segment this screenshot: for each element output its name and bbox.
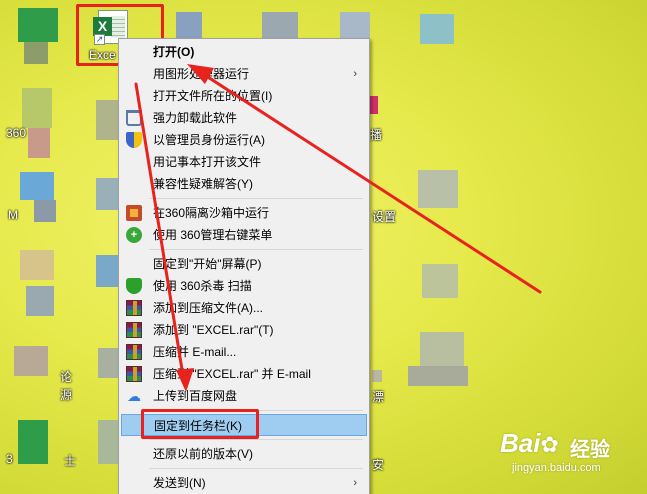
menu-item-label: 压缩并 E-mail...	[153, 345, 237, 359]
menu-item-add-to-archive[interactable]: 添加到压缩文件(A)...	[121, 297, 367, 319]
desktop-label: M	[8, 208, 18, 222]
winrar-icon	[126, 322, 142, 338]
desktop-icon-blurred[interactable]	[370, 96, 378, 114]
winrar-icon	[126, 366, 142, 382]
menu-item-run-as-admin[interactable]: 以管理员身份运行(A)	[121, 129, 367, 151]
menu-item-label: 在360隔离沙箱中运行	[153, 206, 270, 220]
baidu-watermark-logo: Bai✿	[500, 428, 559, 459]
menu-separator	[149, 198, 363, 199]
desktop-icon-blurred[interactable]	[420, 14, 454, 44]
menu-item-compress-and-email[interactable]: 压缩并 E-mail...	[121, 341, 367, 363]
menu-item-open-file-location[interactable]: 打开文件所在的位置(I)	[121, 85, 367, 107]
menu-item-open-with-notepad[interactable]: 用记事本打开该文件	[121, 151, 367, 173]
desktop-label: 播	[370, 128, 383, 142]
desktop-icon-blurred[interactable]	[96, 178, 118, 210]
watermark-url: jingyan.baidu.com	[512, 462, 601, 474]
chevron-right-icon: ›	[353, 68, 357, 80]
menu-item-force-uninstall[interactable]: 强力卸载此软件	[121, 107, 367, 129]
desktop-icon-blurred[interactable]	[26, 286, 54, 316]
360-plus-icon: +	[126, 227, 142, 243]
desktop-label: 士	[64, 454, 77, 468]
menu-item-label: 用记事本打开该文件	[153, 155, 262, 169]
desktop-label: 360	[6, 126, 27, 140]
desktop-icon-blurred[interactable]	[408, 366, 468, 386]
menu-item-label: 打开(O)	[153, 45, 195, 59]
menu-item-label: 还原以前的版本(V)	[153, 447, 253, 461]
sandbox-icon	[126, 205, 142, 221]
watermark-jingyan-text: 经验	[570, 439, 610, 461]
menu-item-label: 压缩到 "EXCEL.rar" 并 E-mail	[153, 367, 311, 381]
watermark-logo-text: Bai	[500, 428, 541, 458]
winrar-icon	[126, 344, 142, 360]
menu-item-open[interactable]: 打开(O)	[121, 41, 367, 63]
menu-item-label: 使用 360管理右键菜单	[153, 228, 273, 242]
desktop-label: 源	[60, 388, 73, 402]
desktop-icon-blurred[interactable]	[96, 255, 118, 287]
desktop-icon-blurred[interactable]	[20, 250, 54, 280]
desktop-label: 3	[6, 452, 13, 466]
desktop-icon-blurred[interactable]	[98, 348, 118, 378]
desktop-icon-blurred[interactable]	[14, 346, 48, 376]
desktop-icon-blurred[interactable]	[34, 200, 56, 222]
menu-item-label: 强力卸载此软件	[153, 111, 238, 125]
menu-item-label: 打开文件所在的位置(I)	[153, 89, 273, 103]
menu-item-360-context-manager[interactable]: + 使用 360管理右键菜单	[121, 224, 367, 246]
desktop-icon-blurred[interactable]	[18, 420, 48, 464]
menu-item-label: 以管理员身份运行(A)	[153, 133, 265, 147]
menu-item-label: 兼容性疑难解答(Y)	[153, 177, 253, 191]
uac-shield-icon	[126, 132, 142, 148]
desktop-icon-blurred[interactable]	[20, 172, 54, 200]
paw-icon: ✿	[540, 432, 559, 457]
menu-item-add-to-excel-rar[interactable]: 添加到 "EXCEL.rar"(T)	[121, 319, 367, 341]
desktop-label: 设置	[372, 210, 397, 224]
desktop-icon-blurred[interactable]	[18, 8, 58, 42]
menu-item-label: 用图形处理器运行	[153, 67, 250, 81]
menu-separator	[149, 468, 363, 469]
menu-item-label: 固定到"开始"屏幕(P)	[153, 257, 262, 271]
desktop-icon-blurred[interactable]	[420, 332, 464, 366]
chevron-right-icon: ›	[353, 477, 357, 489]
menu-item-send-to[interactable]: 发送到(N) ›	[121, 472, 367, 494]
annotation-box-pin-taskbar	[141, 409, 259, 439]
desktop-icon-blurred[interactable]	[372, 370, 382, 382]
360-shield-icon	[126, 278, 142, 294]
menu-item-label: 上传到百度网盘	[153, 389, 238, 403]
desktop-icon-blurred[interactable]	[24, 42, 48, 64]
baidu-netdisk-icon: ☁	[127, 388, 141, 404]
desktop-icon-blurred[interactable]	[98, 420, 118, 464]
menu-separator	[149, 439, 363, 440]
menu-item-compat-troubleshoot[interactable]: 兼容性疑难解答(Y)	[121, 173, 367, 195]
desktop-icon-blurred[interactable]	[422, 264, 458, 298]
desktop-label: 安	[372, 458, 385, 472]
menu-item-360-antivirus-scan[interactable]: 使用 360杀毒 扫描	[121, 275, 367, 297]
trash-icon	[126, 110, 142, 126]
menu-item-label: 发送到(N)	[153, 476, 206, 490]
desktop-label: 漂	[372, 390, 385, 404]
desktop-icon-blurred[interactable]	[418, 170, 458, 208]
desktop-label: 论	[60, 370, 73, 384]
menu-item-run-with-gpu[interactable]: 用图形处理器运行 ›	[121, 63, 367, 85]
desktop-icon-blurred[interactable]	[96, 100, 118, 140]
menu-item-label: 使用 360杀毒 扫描	[153, 279, 252, 293]
desktop-icon-blurred[interactable]	[22, 88, 52, 128]
menu-item-restore-previous-versions[interactable]: 还原以前的版本(V)	[121, 443, 367, 465]
menu-item-label: 添加到 "EXCEL.rar"(T)	[153, 323, 274, 337]
winrar-icon	[126, 300, 142, 316]
menu-item-compress-to-rar-and-email[interactable]: 压缩到 "EXCEL.rar" 并 E-mail	[121, 363, 367, 385]
desktop-icon-blurred[interactable]	[28, 128, 50, 158]
menu-item-pin-to-start[interactable]: 固定到"开始"屏幕(P)	[121, 253, 367, 275]
menu-item-label: 添加到压缩文件(A)...	[153, 301, 263, 315]
menu-separator	[149, 249, 363, 250]
menu-item-360-sandbox[interactable]: 在360隔离沙箱中运行	[121, 202, 367, 224]
menu-item-upload-baidu-netdisk[interactable]: ☁ 上传到百度网盘	[121, 385, 367, 407]
